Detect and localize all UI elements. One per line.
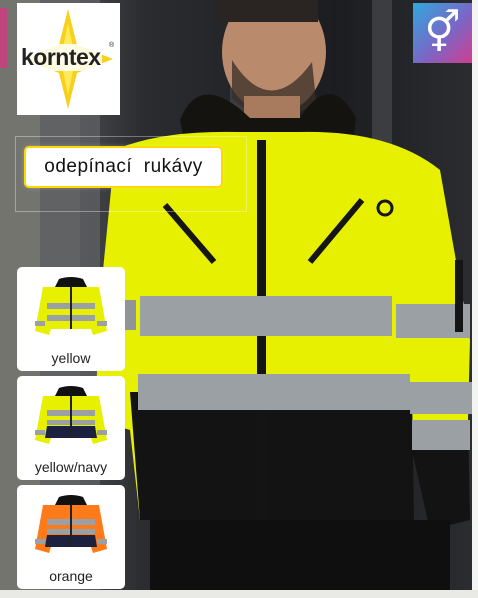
korntex-logo: korntex ® <box>17 3 120 115</box>
gender-unisex-icon: ⚥ <box>424 10 461 56</box>
brand-name: korntex <box>20 44 102 71</box>
right-border <box>472 0 478 598</box>
variant-image-yellow-navy <box>17 376 125 458</box>
variant-image-yellow <box>17 267 125 349</box>
product-hero: korntex ® ⚥ odepínací rukávy yellow yell… <box>0 0 478 598</box>
feature-label-text: odepínací rukávy <box>44 156 203 177</box>
bottom-strip <box>0 590 478 598</box>
registered-mark: ® <box>109 42 115 49</box>
variant-swatch-yellow-navy[interactable]: yellow/navy <box>17 376 125 480</box>
variant-label: orange <box>49 568 93 584</box>
left-accent-strip <box>0 8 7 68</box>
variant-label: yellow/navy <box>34 459 108 475</box>
variant-image-orange <box>17 485 125 567</box>
variant-swatch-orange[interactable]: orange <box>17 485 125 589</box>
variant-swatch-yellow[interactable]: yellow <box>17 267 125 371</box>
variant-label: yellow <box>51 350 91 366</box>
feature-label: odepínací rukávy <box>23 145 224 189</box>
unisex-badge: ⚥ <box>413 3 472 63</box>
